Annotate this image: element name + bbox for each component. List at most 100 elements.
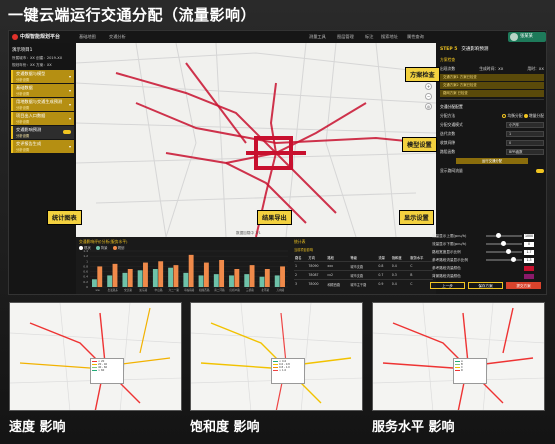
table-row[interactable]: 2 78087 cx2 城市支路 0.7 0.3 B — [294, 270, 433, 280]
bar-current — [107, 275, 113, 287]
bar-current — [183, 272, 189, 287]
chevron-down-icon: ▾ — [68, 116, 71, 121]
sidebar-item-1[interactable]: 基础数据 分析设置 ▾ — [11, 84, 74, 97]
table-row[interactable]: 1 78090 xxx 城市支路 0.8 0.4 C — [294, 261, 433, 271]
config-select[interactable]: 小汽车 — [506, 121, 544, 128]
section-config-label: 交通分配配置 — [440, 103, 463, 109]
scheme-item-2[interactable]: 交通方案2 方案已检查 — [440, 82, 544, 89]
table-header-cell[interactable]: 等级 — [349, 254, 377, 262]
display-setting-row: 路段宽度显示比例 1.7 — [428, 248, 538, 256]
table-cell: 2 — [294, 270, 308, 280]
bar-plan — [264, 269, 270, 287]
sidebar-item-4[interactable]: 交通影响预测 分析设置 — [11, 126, 74, 139]
sidebar-item-label: 用地数据与交通生成预测 — [16, 99, 63, 104]
result-table: 路名 方向 路段 等级 流量 饱和度 服务水平 1 78090 xxx 城市支路 0.8 0.4 C 2 7… — [294, 254, 433, 288]
map-view[interactable]: + − ◎ 数据加载中 1/1 — [76, 43, 436, 237]
user-menu[interactable]: 张某某 — [508, 32, 546, 42]
display-setting-row: 参考路段流量颜色 — [428, 264, 538, 272]
method-label: 分配方法 — [440, 112, 456, 118]
locate-icon[interactable]: ◎ — [425, 103, 432, 110]
config-select[interactable]: 0 — [506, 139, 544, 146]
display-setting-row: 流量显示上限(pcu/h) 1000 — [428, 232, 538, 240]
chevron-down-icon: ▾ — [68, 88, 71, 93]
table-cell: 0.8 — [377, 261, 391, 271]
project-meta-2: 规划年份：XX 方案：XX — [12, 63, 52, 67]
thumbnail-speed[interactable]: < 20 20 - 40 40 - 60 > 60 — [9, 302, 182, 411]
method-options: 均衡分配 增量分配 — [502, 113, 544, 119]
bar-current — [274, 275, 280, 287]
setting-value[interactable]: 1.7 — [524, 249, 534, 255]
setting-value[interactable]: 0 — [524, 241, 534, 247]
toolbar-basemap[interactable]: 基础地图 — [79, 34, 96, 40]
setting-value[interactable]: 1.3 — [524, 257, 534, 263]
submit-scheme-button[interactable]: 提交方案 — [506, 282, 541, 289]
toggle-switch[interactable] — [63, 130, 71, 134]
config-row: 分配交通模式 小汽车 — [436, 120, 546, 129]
sidebar-item-0[interactable]: 交通数据与模型 分析设置 ▾ — [11, 70, 74, 83]
config-select[interactable]: BPR函数 — [506, 148, 544, 155]
x-tick-label: 如东路 — [139, 288, 147, 292]
bar-plan — [188, 254, 194, 287]
user-name: 张某某 — [520, 34, 533, 39]
sidebar-item-sub: 分析设置 — [16, 120, 30, 124]
table-cell: 和顺西路 — [326, 279, 350, 288]
table-header-cell[interactable]: 路段 — [326, 254, 349, 262]
table-cell: 3 — [294, 279, 308, 288]
scheme-item-3[interactable]: 路网方案 已检查 — [440, 90, 544, 97]
sidebar-item-2[interactable]: 用地数据与交通生成预测 分析设置 ▾ — [11, 98, 74, 111]
table-header-cell[interactable]: 流量 — [377, 254, 390, 262]
scheme-item-1[interactable]: 交通方案1 方案已检查 — [440, 74, 544, 81]
callout-statistics-chart: 统计图表 — [47, 210, 82, 225]
saturation-map — [191, 303, 362, 410]
save-scheme-button[interactable]: 保存方案 — [468, 282, 503, 289]
toolbar-analysis[interactable]: 交通分析 — [109, 34, 126, 40]
thumb-legend-service: A B C D — [453, 358, 487, 384]
table-cell: xxx — [326, 261, 350, 271]
color-swatch[interactable] — [524, 265, 534, 271]
flow-toggle[interactable] — [536, 168, 544, 173]
section-check-label: 方案检查 — [440, 56, 456, 62]
radio-equilibrium[interactable] — [502, 113, 507, 118]
toolbar-search[interactable]: 搜索地址 — [381, 34, 398, 40]
zoom-in-icon[interactable]: + — [425, 83, 432, 90]
run-assignment-button[interactable]: 运行交通分配 — [456, 158, 528, 164]
chevron-down-icon: ▾ — [68, 74, 71, 79]
bar-plan — [127, 269, 133, 287]
thumbnail-saturation[interactable]: < 0.6 0.6 - 0.8 0.8 - 1.0 > 1.0 — [190, 302, 363, 411]
thumb-legend-speed: < 20 20 - 40 40 - 60 > 60 — [90, 358, 124, 384]
bar-chart: 1.41.210.8 0.60.40.20 ww 出发路东 交叉路 如东路 中山路 六二一路幸… — [83, 249, 288, 292]
config-select[interactable]: 1 — [506, 130, 544, 137]
table-header-cell[interactable]: 路名 — [294, 254, 307, 262]
table-header-cell[interactable]: 方向 — [307, 254, 326, 262]
x-tick-label: 和顺西路 — [199, 288, 210, 292]
toolbar-query[interactable]: 属性查询 — [407, 34, 424, 40]
prev-step-button[interactable]: 上一步 — [430, 282, 465, 289]
setting-slider[interactable] — [486, 249, 522, 254]
x-tick-label: 北环路 — [261, 288, 269, 292]
sidebar-item-label: 交通影响预测 — [16, 127, 42, 132]
sidebar-item-5[interactable]: 交评报告生成 分析设置 ▾ — [11, 140, 74, 153]
setting-slider[interactable] — [486, 241, 522, 246]
zoom-out-icon[interactable]: − — [425, 93, 432, 100]
bar-plan — [249, 265, 255, 287]
divider — [440, 99, 544, 100]
sidebar-item-3[interactable]: 项目出入口数据 分析设置 ▾ — [11, 112, 74, 125]
setting-slider[interactable] — [486, 257, 522, 262]
chevron-down-icon: ▾ — [68, 102, 71, 107]
table-row[interactable]: 3 78000 和顺西路 城市主干路 0.9 0.4 C — [294, 279, 433, 288]
setting-label: 流量显示上限(pcu/h) — [432, 233, 467, 238]
setting-slider[interactable] — [486, 233, 522, 238]
setting-value[interactable]: 1000 — [524, 233, 534, 239]
color-swatch[interactable] — [524, 273, 534, 279]
thumbnail-service-level[interactable]: A B C D — [372, 302, 545, 411]
logo-text: 中规智能规划平台 — [20, 34, 61, 40]
table-cell: 0.4 — [390, 279, 410, 288]
table-header-cell[interactable]: 饱和度 — [391, 254, 410, 262]
toolbar-annotate[interactable]: 标注 — [365, 34, 373, 40]
toolbar-measure[interactable]: 测量工具 — [309, 34, 326, 40]
table-header-row: 路名 方向 路段 等级 流量 饱和度 服务水平 — [294, 254, 433, 262]
config-row: 收敛间隙 0 — [436, 138, 546, 147]
setting-label: 背景路段流量颜色 — [432, 273, 461, 278]
toolbar-layers[interactable]: 图层管理 — [337, 34, 354, 40]
radio-incremental[interactable] — [523, 113, 528, 118]
